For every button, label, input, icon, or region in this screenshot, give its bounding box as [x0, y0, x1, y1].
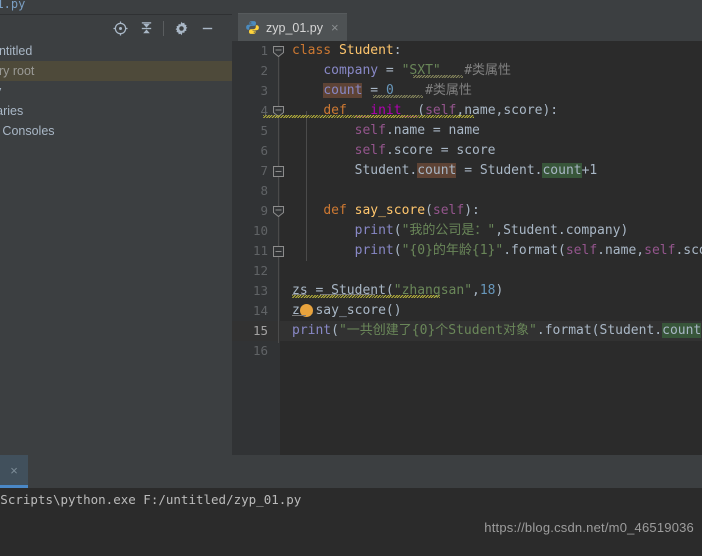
code-line-14[interactable]: zs.say_score() [292, 301, 702, 321]
code-line-7[interactable]: Student.count = Student.count+1 [292, 161, 702, 181]
code-line-10[interactable]: print("我的公司是：",Student.company) [292, 221, 702, 241]
tree-item-3[interactable]: raries [0, 101, 232, 121]
line-number: 16 [252, 343, 268, 358]
fold-marker-line-7[interactable] [273, 166, 284, 177]
watermark-label: https://blog.csdn.net/m0_46519036 [484, 520, 694, 535]
line-number: 6 [260, 143, 268, 158]
line-number: 1 [260, 43, 268, 58]
editor-tab-zyp_01[interactable]: zyp_01.py × [238, 13, 347, 41]
line-row[interactable]: 16 [232, 341, 702, 361]
line-number: 4 [260, 103, 268, 118]
line-number: 2 [260, 63, 268, 78]
line-number: 3 [260, 83, 268, 98]
tree-item-label: d Consoles [0, 124, 55, 138]
run-console-tab[interactable]: × [0, 455, 28, 485]
editor-tab-label: zyp_01.py [266, 20, 323, 35]
code-line-4[interactable]: def __init__(self,name,score): [292, 101, 702, 121]
code-content[interactable]: 1 2 3 4 5 6 7 8 9 10 11 12 13 14 15 16 c… [232, 41, 702, 455]
collapse-all-icon[interactable] [133, 17, 159, 39]
code-line-2[interactable]: company = "SXT" #类属性 [292, 61, 702, 81]
tree-item-label: y [0, 84, 1, 98]
code-editor[interactable]: 1 2 3 4 5 6 7 8 9 10 11 12 13 14 15 16 c… [232, 41, 702, 455]
tree-item-label: untitled [0, 44, 33, 58]
code-line-1[interactable]: class Student: [292, 41, 702, 61]
line-number: 5 [260, 123, 268, 138]
locate-icon[interactable] [107, 17, 133, 39]
line-row[interactable]: 8 [232, 181, 702, 201]
run-console[interactable]: titled\venv\Scripts\python.exe F:/untitl… [0, 488, 702, 556]
console-line: 建了1个Student对象 [0, 552, 33, 556]
fold-marker-line-11[interactable] [273, 246, 284, 257]
line-number: 10 [252, 223, 268, 238]
tree-item-0[interactable]: untitled [0, 41, 232, 61]
squiggle-comment-3 [373, 95, 423, 98]
line-number: 12 [252, 263, 268, 278]
gear-icon[interactable] [168, 17, 194, 39]
console-line: titled\venv\Scripts\python.exe F:/untitl… [0, 492, 302, 507]
editor-tabbar: zyp_01.py × [232, 0, 702, 41]
project-toolbar [0, 15, 232, 41]
squiggle-comment-2 [413, 75, 463, 78]
fold-rail [278, 51, 279, 343]
tree-item-1[interactable]: ary root [0, 61, 232, 81]
pycharm-window: _01.py [0, 0, 702, 556]
breadcrumb: _01.py [0, 0, 232, 14]
code-line-6[interactable]: self.score = score [292, 141, 702, 161]
line-number: 15 [252, 323, 268, 338]
line-number: 8 [260, 183, 268, 198]
python-file-icon [245, 20, 260, 35]
line-row[interactable]: 12 [232, 261, 702, 281]
close-icon[interactable]: × [331, 21, 339, 34]
code-line-9[interactable]: def say_score(self): [292, 201, 702, 221]
tree-item-2[interactable]: y [0, 81, 232, 101]
fold-marker-line-9[interactable] [273, 206, 284, 217]
code-line-3[interactable]: count = 0 #类属性 [292, 81, 702, 101]
squiggle-line-13 [292, 295, 440, 298]
underline-zs-14 [292, 315, 306, 316]
tree-item-label: ary root [0, 64, 35, 78]
fold-marker-line-1[interactable] [273, 46, 284, 57]
line-number: 11 [252, 243, 268, 258]
code-line-15[interactable]: print("一共创建了{0}个Student对象".format(Studen… [292, 321, 702, 341]
line-number: 7 [260, 163, 268, 178]
minimize-icon[interactable] [194, 17, 220, 39]
code-line-5[interactable]: self.name = name [292, 121, 702, 141]
toolbar-separator [163, 20, 164, 36]
line-number: 9 [260, 203, 268, 218]
close-icon[interactable]: × [10, 464, 18, 477]
breadcrumb-label: _01.py [0, 0, 26, 11]
line-number: 13 [252, 283, 268, 298]
run-tool-tabbar: × [0, 455, 702, 488]
code-line-11[interactable]: print("{0}的年龄{1}".format(self.name,self.… [292, 241, 702, 261]
code-line-13[interactable]: zs = Student("zhangsan",18) [292, 281, 702, 301]
squiggle-def-4 [263, 115, 474, 118]
line-number: 14 [252, 303, 268, 318]
tree-item-4[interactable]: d Consoles [0, 121, 232, 141]
tree-item-label: raries [0, 104, 24, 118]
tabbar-top-strip [232, 0, 702, 13]
